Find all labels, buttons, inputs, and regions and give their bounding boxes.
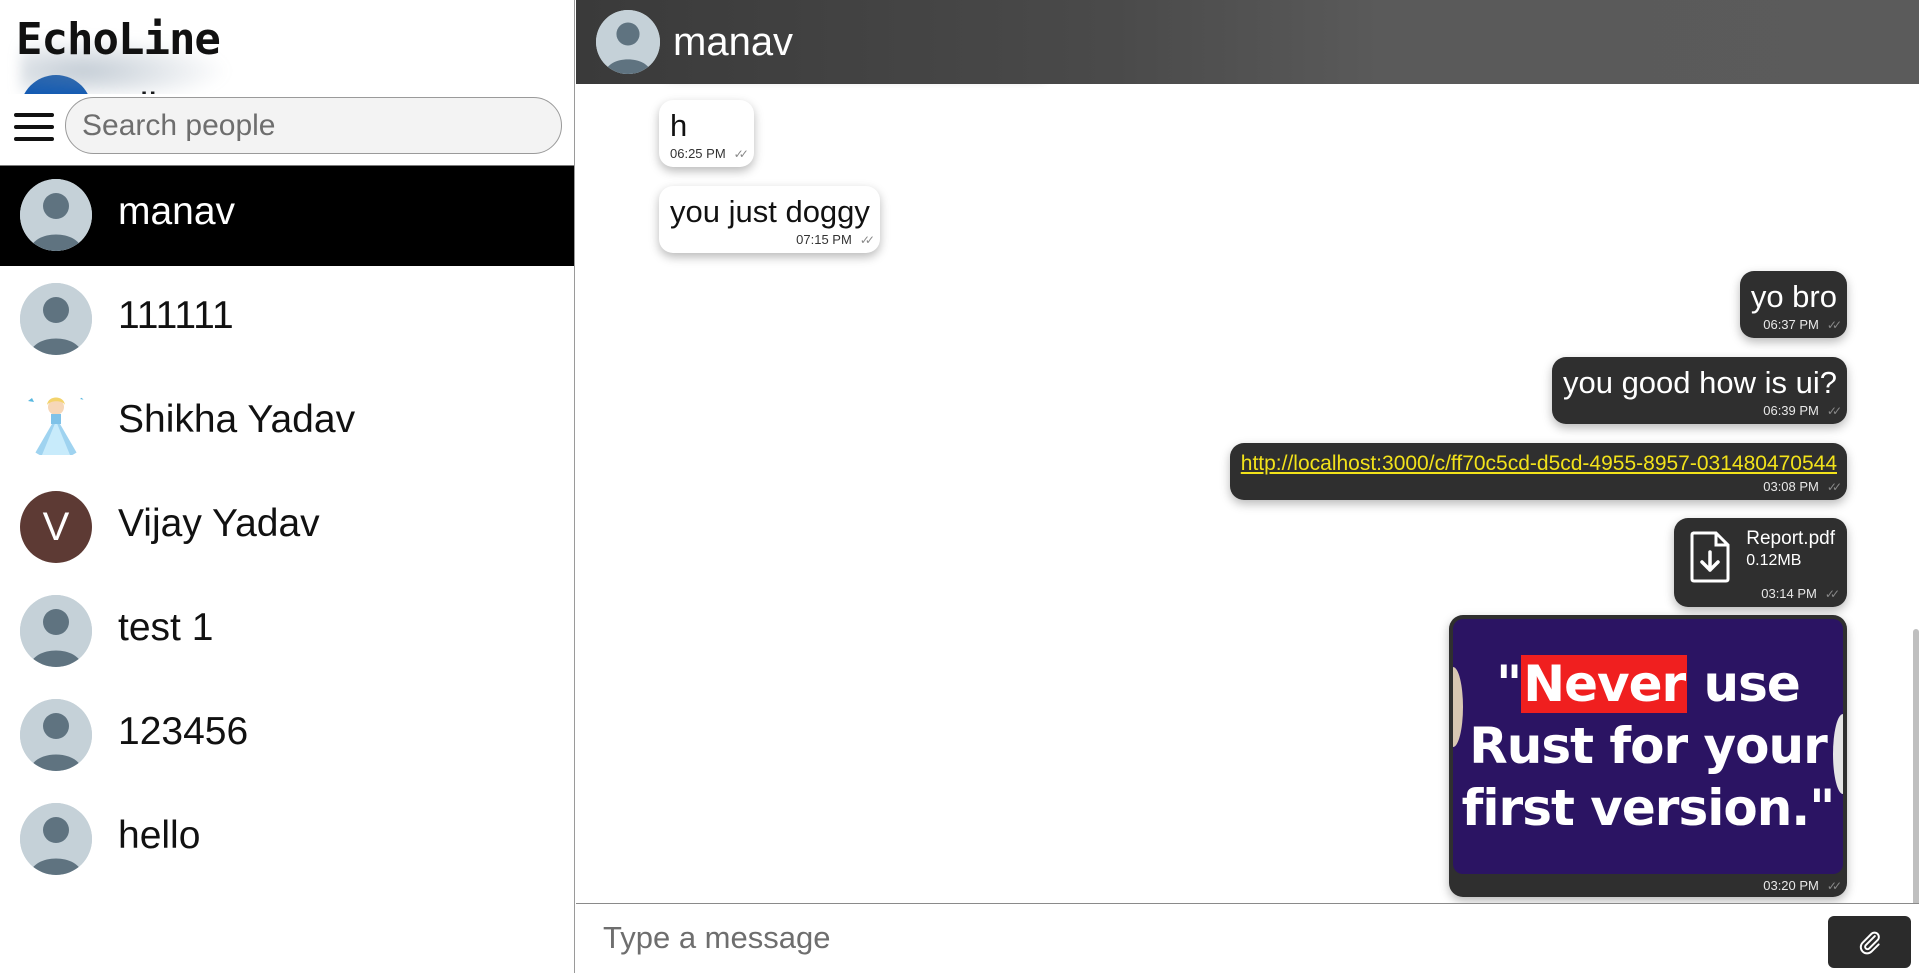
message-bubble-incoming: h 06:25 PM ✓✓ [659, 100, 754, 167]
message-time: 06:37 PM [1763, 317, 1819, 332]
paperclip-icon [1859, 931, 1880, 955]
read-ticks-icon: ✓✓ [1826, 480, 1842, 494]
message-time: 03:08 PM [1763, 479, 1819, 494]
contact-item-hello[interactable]: hello [0, 786, 574, 890]
image-caption-text: "Never use Rust for your first version." [1461, 655, 1835, 837]
file-name: Report.pdf [1746, 528, 1835, 549]
chat-header: manav [576, 0, 1919, 84]
message-bubble-incoming: you just doggy 07:15 PM ✓✓ [659, 186, 880, 253]
default-avatar-icon [20, 699, 92, 771]
sidebar-toolbar [0, 94, 574, 166]
read-ticks-icon: ✓✓ [859, 233, 875, 247]
contact-item-test-1[interactable]: test 1 [0, 578, 574, 682]
default-avatar-icon [20, 179, 92, 251]
message-time: 07:15 PM [796, 232, 852, 247]
message-bubble-outgoing: http://localhost:3000/c/ff70c5cd-d5cd-49… [1229, 443, 1847, 500]
message-time: 06:25 PM [670, 146, 726, 161]
avatar-initial: V [42, 504, 70, 549]
sidebar: EchoLine e elite manav 111111 [0, 0, 575, 973]
contact-name: Shikha Yadav [118, 398, 356, 441]
default-avatar-icon[interactable] [596, 10, 660, 74]
read-ticks-icon: ✓✓ [1826, 404, 1842, 418]
contact-list: e elite manav 111111 [0, 75, 574, 890]
message-image[interactable]: "Never use Rust for your first version." [1453, 619, 1843, 874]
message-time: 03:14 PM [1761, 586, 1817, 601]
app-brand: EchoLine [16, 14, 221, 65]
image-message-bubble[interactable]: "Never use Rust for your first version."… [1449, 615, 1847, 897]
read-ticks-icon: ✓✓ [1826, 879, 1842, 893]
contact-item-shikha-yadav[interactable]: Shikha Yadav [0, 370, 574, 474]
file-message-bubble[interactable]: Report.pdf 0.12MB 03:14 PM ✓✓ [1674, 518, 1847, 607]
message-composer [576, 903, 1919, 973]
contact-item-111111[interactable]: 111111 [0, 266, 574, 370]
message-bubble-outgoing: you good how is ui? 06:39 PM ✓✓ [1551, 357, 1847, 424]
default-avatar-icon [20, 803, 92, 875]
princess-avatar-icon [20, 387, 92, 459]
file-size: 0.12MB [1746, 552, 1802, 569]
default-avatar-icon [20, 595, 92, 667]
chat-contact-name: manav [673, 20, 794, 64]
message-bubble-outgoing: yo bro 06:37 PM ✓✓ [1739, 271, 1847, 338]
contact-name: Vijay Yadav [118, 502, 320, 545]
default-avatar-icon [20, 283, 92, 355]
contact-item-vijay-yadav[interactable]: V Vijay Yadav [0, 474, 574, 578]
contact-item-manav[interactable]: manav [0, 162, 574, 266]
message-time: 03:20 PM [1763, 878, 1819, 893]
message-list[interactable]: h 06:25 PM ✓✓ you just doggy 07:15 PM ✓✓ y… [576, 84, 1919, 903]
message-input[interactable] [576, 904, 1816, 972]
contact-name: manav [118, 190, 236, 233]
scrollbar[interactable] [1913, 629, 1919, 903]
message-text: yo bro [1750, 279, 1837, 314]
message-text: you good how is ui? [1562, 365, 1837, 400]
message-time: 06:39 PM [1763, 403, 1819, 418]
search-input[interactable] [65, 97, 562, 154]
attach-button[interactable] [1828, 916, 1911, 968]
contact-item-123456[interactable]: 123456 [0, 682, 574, 786]
file-download-icon [1690, 531, 1730, 583]
contact-name: 111111 [118, 294, 234, 337]
contact-name: 123456 [118, 710, 249, 753]
message-text: h [670, 108, 688, 143]
avatar: V [20, 491, 92, 563]
message-link[interactable]: http://localhost:3000/c/ff70c5cd-d5cd-49… [1241, 451, 1837, 477]
read-ticks-icon: ✓✓ [1824, 587, 1840, 601]
menu-icon[interactable] [14, 109, 56, 145]
read-ticks-icon: ✓✓ [1826, 318, 1842, 332]
contact-name: hello [118, 814, 201, 857]
read-ticks-icon: ✓✓ [733, 147, 749, 161]
contact-name: test 1 [118, 606, 214, 649]
message-text: you just doggy [670, 194, 870, 229]
